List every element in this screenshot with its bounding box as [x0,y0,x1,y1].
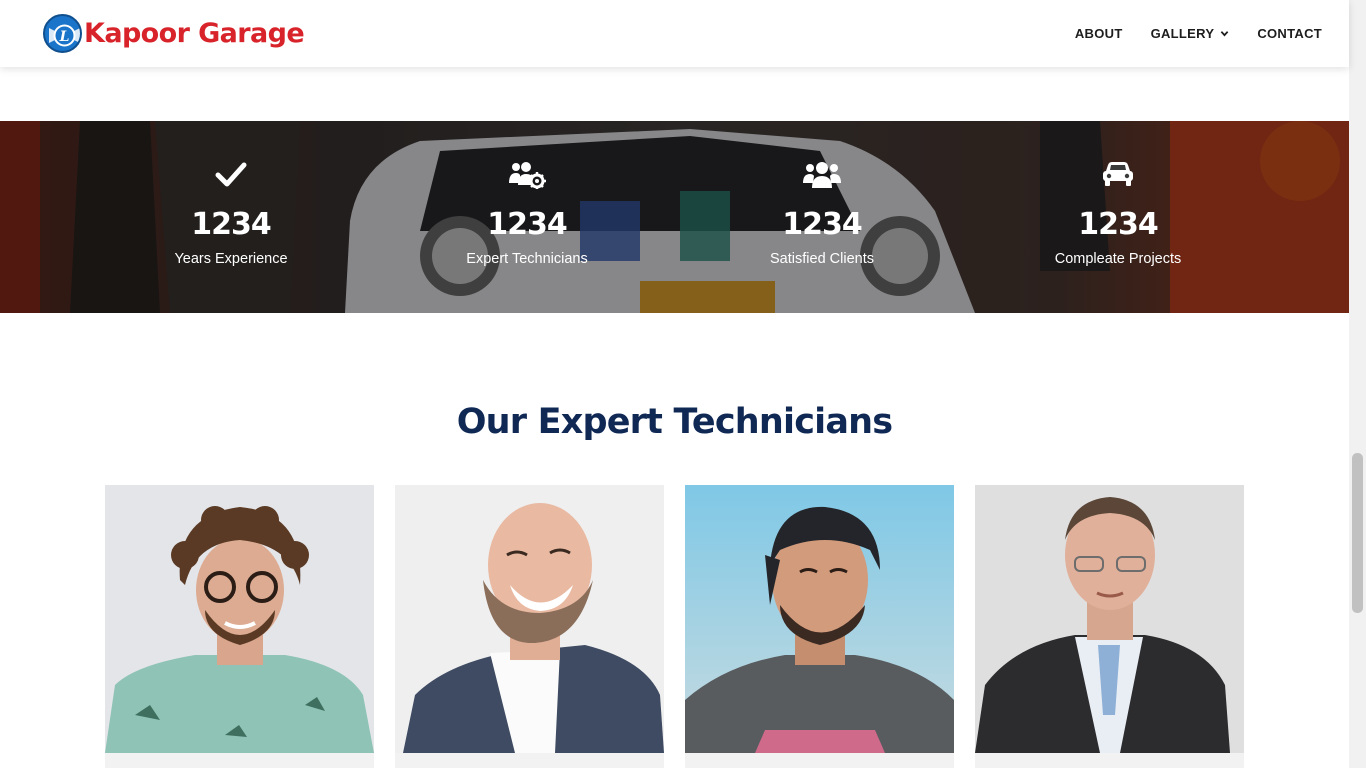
stat-compleate-projects: 1234 Compleate Projects [988,121,1248,313]
stat-number: 1234 [487,207,568,242]
technician-card[interactable] [395,485,664,768]
garage-logo-icon: L [43,14,82,53]
nav-about[interactable]: ABOUT [1075,26,1123,41]
technician-photo-3 [685,485,954,753]
main-nav: ABOUT GALLERY CONTACT [1047,0,1322,67]
stat-years-experience: 1234 Years Experience [101,121,361,313]
nav-gallery[interactable]: GALLERY [1151,26,1230,41]
users-icon [692,161,952,193]
nav-about-label: ABOUT [1074,26,1123,41]
stat-number: 1234 [191,207,272,242]
technician-photo-4 [975,485,1244,753]
stat-number: 1234 [1078,207,1159,242]
stat-number: 1234 [782,207,863,242]
car-icon [988,161,1248,193]
nav-contact[interactable]: CONTACT [1257,26,1322,41]
navbar: L Kapoor Garage ABOUT GALLERY CONTACT [0,0,1349,67]
users-cog-icon [397,161,657,193]
technician-card[interactable] [685,485,954,768]
nav-contact-label: CONTACT [1257,26,1322,41]
scrollbar-thumb[interactable] [1352,453,1363,613]
chevron-down-icon [1221,31,1229,37]
technician-card[interactable] [105,485,374,768]
technician-photo-2 [395,485,664,753]
stat-label: Years Experience [174,251,288,267]
stats-section: 1234 Years Experience 1234 Expert Techni… [0,121,1349,313]
brand[interactable]: L Kapoor Garage [43,14,305,53]
brand-name: Kapoor Garage [84,18,305,49]
svg-text:L: L [59,29,70,45]
check-icon [101,161,361,193]
section-title: Our Expert Technicians [456,402,893,442]
stat-satisfied-clients: 1234 Satisfied Clients [692,121,952,313]
stat-label: Satisfied Clients [770,251,874,267]
technician-photo-1 [105,485,374,753]
stat-expert-technicians: 1234 Expert Technicians [397,121,657,313]
technician-card[interactable] [975,485,1244,768]
stat-label: Compleate Projects [1054,251,1182,267]
nav-gallery-label: GALLERY [1150,26,1215,41]
page-scrollbar[interactable] [1349,0,1366,768]
stat-label: Expert Technicians [466,251,588,267]
